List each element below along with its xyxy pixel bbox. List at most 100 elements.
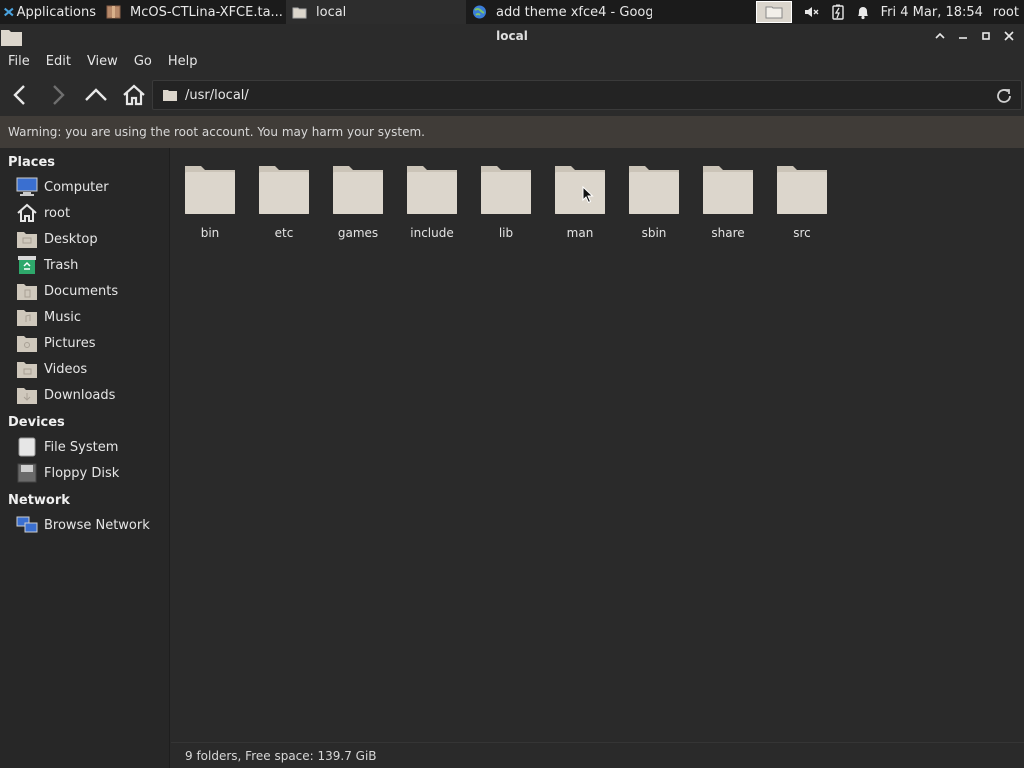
window-titlebar[interactable]: local [0,24,1024,48]
close-icon [1003,31,1014,41]
minimize-button[interactable] [951,24,974,48]
taskbar-item-local[interactable]: local [286,0,466,24]
sidebar-item-downloads[interactable]: Downloads [0,382,169,408]
sidebar-item-label: Music [44,309,81,325]
taskbar-item-label: add theme xfce4 - Goog... [496,4,652,20]
reload-icon[interactable] [995,87,1013,105]
sidebar-item-pictures[interactable]: Pictures [0,330,169,356]
home-icon [17,203,37,222]
location-bar[interactable]: /usr/local/ [152,80,1022,110]
status-bar: 9 folders, Free space: 139.7 GiB [171,742,1024,768]
toolbar: /usr/local/ [0,74,1024,116]
folder-icon [333,166,383,214]
up-arrow-icon [85,88,107,101]
forward-arrow-icon [53,85,65,105]
music-folder-icon [17,310,37,326]
folder-item-share[interactable]: share [691,162,765,244]
folder-label: lib [498,226,514,240]
workspace-folder-icon [765,6,783,19]
home-button[interactable] [116,77,152,113]
folder-item-games[interactable]: games [321,162,395,244]
location-folder-icon [163,90,177,101]
taskbar-item-archive[interactable]: McOS-CTLina-XFCE.ta... [100,0,286,24]
sidebar-item-label: Computer [44,179,109,195]
sidebar-item-label: Videos [44,361,88,377]
folder-item-man[interactable]: man [543,162,617,244]
sidebar-item-desktop[interactable]: Desktop [0,226,169,252]
folder-item-bin[interactable]: bin [173,162,247,244]
location-path: /usr/local/ [185,87,249,103]
sidebar: Places Computer root Desktop Trash Docum… [0,148,170,768]
sidebar-item-music[interactable]: Music [0,304,169,330]
menu-edit[interactable]: Edit [38,54,79,69]
desktop-folder-icon [17,232,37,248]
back-button[interactable] [2,77,38,113]
folder-item-lib[interactable]: lib [469,162,543,244]
folder-icon [777,166,827,214]
mouse-cursor-icon [582,186,594,204]
clock[interactable]: Fri 4 Mar, 18:54 [876,0,988,24]
minimize-icon [958,37,967,39]
folder-icon [259,166,309,214]
sidebar-item-label: Documents [44,283,119,299]
folder-icon [703,166,753,214]
sidebar-item-label: Desktop [44,231,98,247]
sidebar-item-computer[interactable]: Computer [0,174,169,200]
folder-label: games [337,226,379,240]
places-header: Places [8,155,56,170]
folder-label: share [711,226,745,240]
sidebar-item-videos[interactable]: Videos [0,356,169,382]
user-name[interactable]: root [988,0,1024,24]
menu-go[interactable]: Go [126,54,160,69]
sidebar-item-browse-network[interactable]: Browse Network [0,512,169,538]
folder-icon [629,166,679,214]
sidebar-item-label: Browse Network [44,517,150,533]
xfce-logo-icon [4,7,14,17]
root-warning-bar: Warning: you are using the root account.… [0,116,1024,148]
menu-help[interactable]: Help [160,54,206,69]
applications-label: Applications [16,4,96,20]
sidebar-item-label: Pictures [44,335,96,351]
floppy-icon [17,463,37,483]
computer-icon [16,177,38,196]
taskbar-item-label: local [316,4,347,20]
status-text: 9 folders, Free space: 139.7 GiB [185,748,377,763]
maximize-button[interactable] [974,24,997,48]
applications-menu[interactable]: Applications [0,0,100,24]
trash-icon [18,256,36,274]
folder-item-src[interactable]: src [765,162,839,244]
sidebar-item-documents[interactable]: Documents [0,278,169,304]
sidebar-item-label: Trash [44,257,79,273]
forward-button[interactable] [40,77,76,113]
network-icon [16,516,38,533]
folder-item-include[interactable]: include [395,162,469,244]
shade-button[interactable] [928,24,951,48]
folder-icon [292,7,307,19]
file-view[interactable]: bin etc games include lib man sbin share… [171,148,1024,742]
folder-item-sbin[interactable]: sbin [617,162,691,244]
folder-item-etc[interactable]: etc [247,162,321,244]
battery-icon[interactable] [826,0,850,24]
sidebar-item-root[interactable]: root [0,200,169,226]
volume-icon[interactable] [798,0,826,24]
globe-icon [473,5,486,19]
folder-label: src [793,226,811,240]
taskbar-item-label: McOS-CTLina-XFCE.ta... [130,4,283,20]
devices-header: Devices [8,415,65,430]
sidebar-item-label: root [44,205,71,221]
sidebar-item-floppy-disk[interactable]: Floppy Disk [0,460,169,486]
folder-label: sbin [641,226,667,240]
sidebar-item-label: Floppy Disk [44,465,120,481]
sidebar-item-trash[interactable]: Trash [0,252,169,278]
menu-view[interactable]: View [79,54,126,69]
top-panel: Applications McOS-CTLina-XFCE.ta... loca… [0,0,1024,24]
sidebar-item-file-system[interactable]: File System [0,434,169,460]
close-button[interactable] [997,24,1020,48]
workspace-switcher[interactable] [755,1,792,23]
notification-bell-icon[interactable] [850,0,876,24]
menu-file[interactable]: File [0,54,38,69]
system-tray: Fri 4 Mar, 18:54 root [755,0,1024,24]
taskbar-item-browser[interactable]: add theme xfce4 - Goog... [466,0,652,24]
videos-folder-icon [17,362,37,378]
parent-folder-button[interactable] [78,77,114,113]
